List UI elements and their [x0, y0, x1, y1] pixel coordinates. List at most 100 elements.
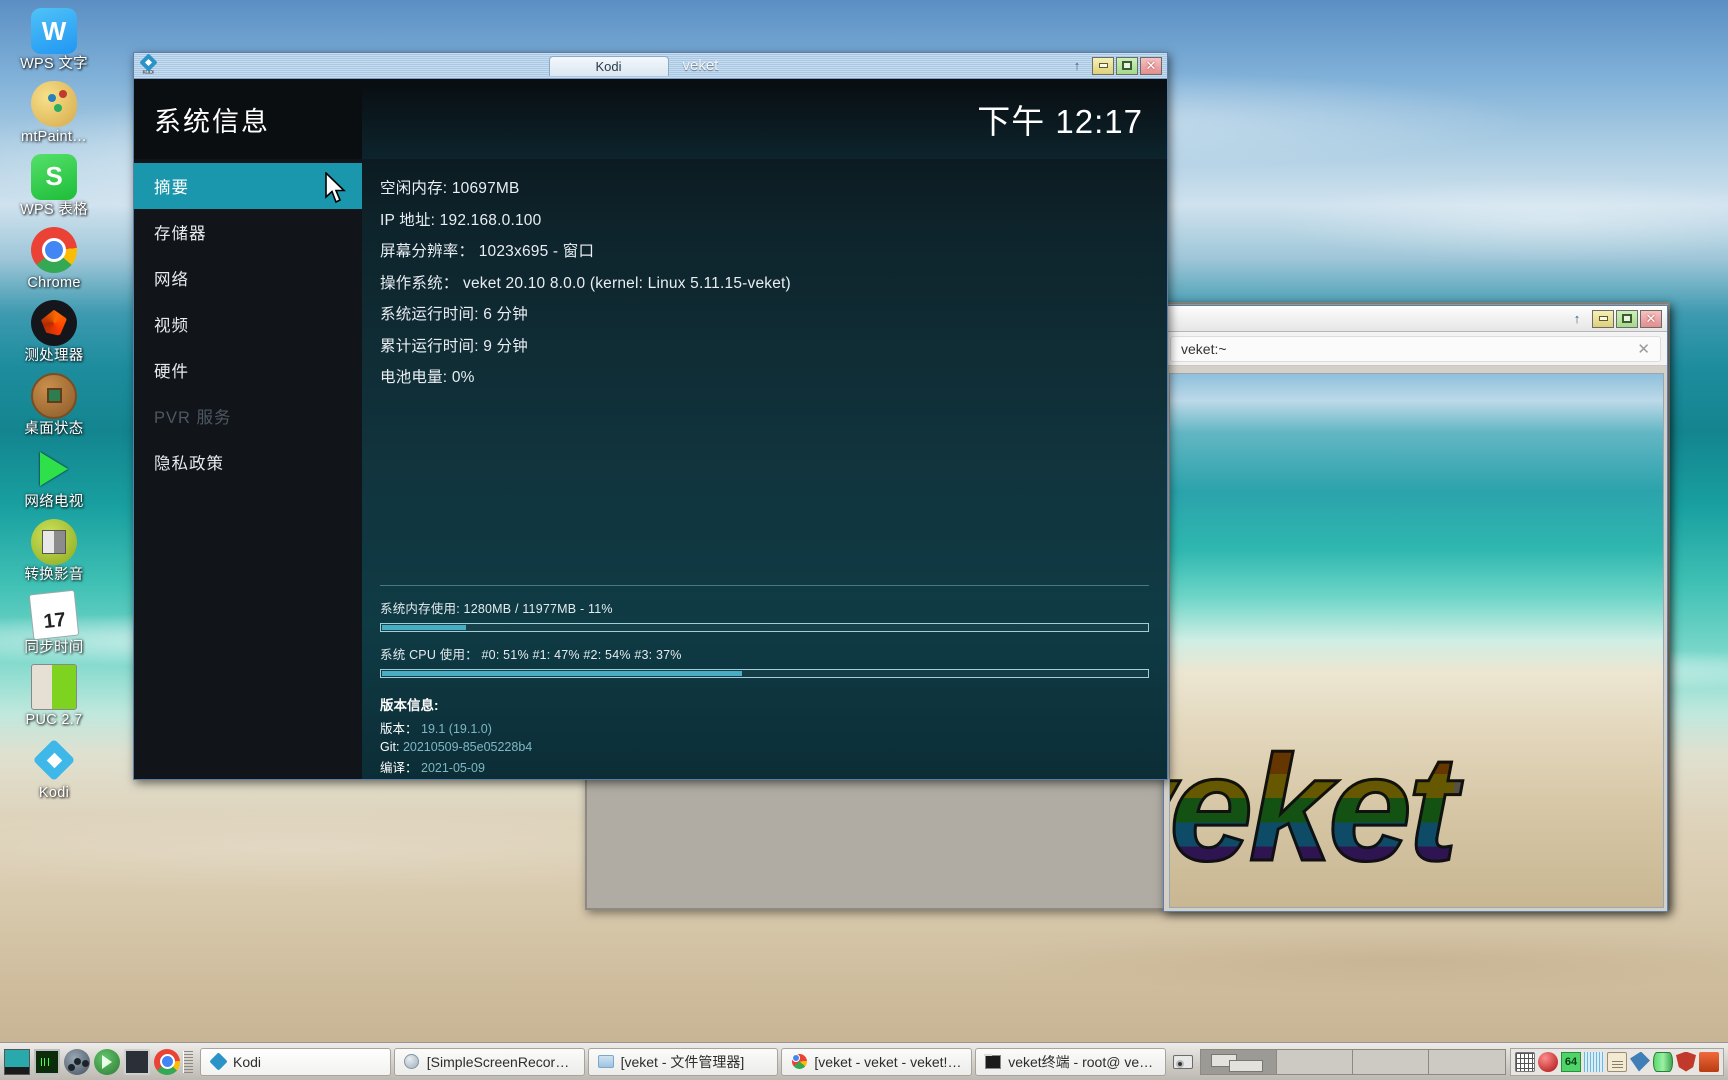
cpu-usage-label: 系统 CPU 使用： #0: 51% #1: 47% #2: 54% #3: 3…	[380, 648, 682, 662]
desktop-icon-mtpaint[interactable]: mtPaint…	[0, 80, 108, 146]
terminal-tabstrip[interactable]: veket:~ ✕	[1164, 332, 1667, 366]
desktop-icon-wps-sheets[interactable]: S WPS 表格	[0, 153, 108, 219]
system-tray: 64	[1170, 1047, 1728, 1076]
minimize-button[interactable]	[1092, 56, 1114, 75]
task-terminal[interactable]: veket终端 - root@ vek…	[975, 1047, 1166, 1076]
task-filemgr[interactable]: [veket - 文件管理器]	[587, 1047, 779, 1076]
desktop-icon-desktop-state[interactable]: 桌面状态	[0, 372, 108, 438]
terminal-window-buttons: ↑ ✕	[1568, 309, 1664, 328]
clock: 下午 12:17	[977, 103, 1143, 140]
terminal-window[interactable]: ↑ ✕ veket:~ ✕ veket	[1163, 305, 1668, 912]
kodi-menu-list: 摘要 存储器 网络 视频 硬件 PVR 服务 隐私政策	[134, 159, 362, 485]
version-row-1: Git: 20210509-85e05228b4	[380, 740, 1149, 754]
kodi-stats-panel: 系统内存使用: 1280MB / 11977MB - 11% 系统 CPU 使用…	[362, 585, 1167, 779]
info-line-5: 累计运行时间: 9 分钟	[380, 337, 528, 355]
keyboard-layout-icon[interactable]	[1515, 1051, 1535, 1072]
task-chrome-icon	[790, 1053, 808, 1071]
close-button[interactable]: ✕	[1640, 309, 1662, 328]
task-chrome[interactable]: [veket - veket - veket!…	[781, 1047, 973, 1076]
kodi-window-tab[interactable]: Kodi	[548, 55, 669, 76]
kodi-icon	[31, 737, 77, 783]
kodi-menu-item-4[interactable]: 硬件	[134, 347, 362, 393]
kodi-window[interactable]: KODI Kodi veket ↑ ✕ 系统信息 摘要 存储器 网络 视频 硬件 PVR …	[133, 52, 1168, 780]
taskbar[interactable]: Kodi [SimpleScreenRecord… [veket - 文件管理器] […	[0, 1042, 1728, 1080]
kodi-menu-item-2[interactable]: 网络	[134, 255, 362, 301]
workspace-2[interactable]	[1277, 1049, 1353, 1074]
task-button-label: Kodi	[233, 1053, 262, 1070]
screen-launcher-icon[interactable]	[124, 1048, 150, 1075]
system-monitor-icon[interactable]	[34, 1048, 60, 1075]
kodi-menu-item-1[interactable]: 存储器	[134, 209, 362, 255]
kodi-summary-info: 空闲内存: 10697MB IP 地址: 192.168.0.100 屏幕分辨率： …	[362, 159, 1167, 585]
version-row-key: 编译：	[380, 761, 418, 775]
terminal-titlebar[interactable]: ↑ ✕	[1164, 306, 1667, 332]
kodi-menu-item-5: PVR 服务	[154, 409, 232, 427]
chrome-launcher-icon[interactable]	[154, 1048, 180, 1075]
version-info-title: 版本信息:	[380, 698, 439, 713]
desktop-icon-net-tv[interactable]: 网络电视	[0, 446, 108, 511]
puc-icon	[31, 664, 77, 711]
kodi-titlebar[interactable]: KODI Kodi veket ↑ ✕	[134, 52, 1167, 79]
info-line-6: 电池电量: 0%	[380, 369, 475, 386]
tab-close-icon[interactable]: ✕	[1637, 340, 1650, 358]
wps-writer-icon: W	[31, 8, 77, 54]
shade-icon[interactable]: ↑	[1568, 310, 1586, 328]
desktop-icon-label: WPS 文字	[20, 56, 88, 72]
close-icon: ✕	[1645, 311, 1657, 326]
clipboard-icon[interactable]	[1607, 1051, 1627, 1072]
updates-icon[interactable]	[1699, 1051, 1719, 1072]
close-button[interactable]: ✕	[1140, 56, 1162, 75]
taskbar-grip[interactable]	[183, 1050, 193, 1073]
task-button-label: [SimpleScreenRecord…	[426, 1053, 576, 1070]
workspace-switcher[interactable]	[1200, 1048, 1506, 1075]
kodi-clock-bar: 下午 12:17	[362, 79, 1167, 159]
workspace-4[interactable]	[1429, 1049, 1505, 1074]
workspace-1[interactable]	[1201, 1049, 1277, 1074]
mtpaint-icon	[31, 80, 77, 127]
show-desktop-icon[interactable]	[4, 1048, 30, 1075]
info-line-4: 系统运行时间: 6 分钟	[380, 306, 528, 323]
task-ssr[interactable]: [SimpleScreenRecord…	[393, 1047, 585, 1076]
media-player-icon[interactable]	[64, 1048, 90, 1075]
kodi-window-buttons: ↑ ✕	[1068, 56, 1164, 75]
desktop-icon-wps-writer[interactable]: W WPS 文字	[0, 8, 108, 73]
kodi-menu-item-6[interactable]: 隐私政策	[134, 439, 362, 485]
desktop-icon-kodi[interactable]: Kodi	[0, 737, 108, 802]
desktop[interactable]: W WPS 文字 mtPaint… S WPS 表格 Chrome 测处理器桌面状态网络电视…	[0, 0, 1728, 1080]
desktop-icon-label: 转换影音	[24, 566, 84, 583]
network-icon[interactable]	[1630, 1051, 1650, 1072]
desktop-icon-chrome[interactable]: Chrome	[0, 226, 108, 292]
flag-icon[interactable]	[1584, 1051, 1604, 1072]
task-kodi[interactable]: Kodi	[200, 1047, 391, 1076]
divider	[380, 585, 1149, 586]
info-line-2: 屏幕分辨率： 1023x695 - 窗口	[380, 243, 595, 260]
task-button-label: [veket - 文件管理器]	[620, 1053, 745, 1070]
net-tv-icon	[31, 446, 77, 492]
desktop-icon-label: PUC 2.7	[25, 712, 83, 729]
firewall-icon[interactable]	[1676, 1051, 1696, 1072]
terminal-tab[interactable]: veket:~ ✕	[1170, 335, 1661, 362]
taskbar-launchers	[0, 1048, 180, 1075]
desktop-icon-cpu-test[interactable]: 测处理器	[0, 299, 108, 365]
desktop-icon-convert-av[interactable]: 转换影音	[0, 518, 108, 584]
arch-64-icon[interactable]: 64	[1561, 1051, 1581, 1072]
shade-icon[interactable]: ↑	[1068, 57, 1086, 75]
tray-icon-group: 64	[1510, 1047, 1724, 1076]
version-info-block: 版本信息: 版本： 19.1 (19.1.0) Git: 20210509-85e…	[380, 690, 1149, 776]
record-indicator-icon[interactable]	[1538, 1051, 1558, 1072]
desktop-state-icon	[31, 372, 77, 419]
desktop-icon-sync-time[interactable]: 17 同步时间	[0, 589, 108, 657]
kodi-menu-item-3[interactable]: 视频	[134, 301, 362, 347]
maximize-button[interactable]	[1116, 56, 1138, 75]
battery-icon[interactable]	[1653, 1051, 1673, 1072]
close-icon: ✕	[1145, 58, 1157, 73]
workspace-3[interactable]	[1353, 1049, 1429, 1074]
maximize-button[interactable]	[1616, 309, 1638, 328]
terminal-canvas[interactable]: veket	[1169, 373, 1664, 908]
minimize-button[interactable]	[1592, 309, 1614, 328]
camera-icon[interactable]	[1170, 1050, 1196, 1074]
play-launcher-icon[interactable]	[94, 1048, 120, 1075]
mouse-cursor	[325, 172, 346, 204]
cpu-test-icon	[31, 299, 77, 346]
desktop-icon-puc[interactable]: PUC 2.7	[0, 664, 108, 729]
